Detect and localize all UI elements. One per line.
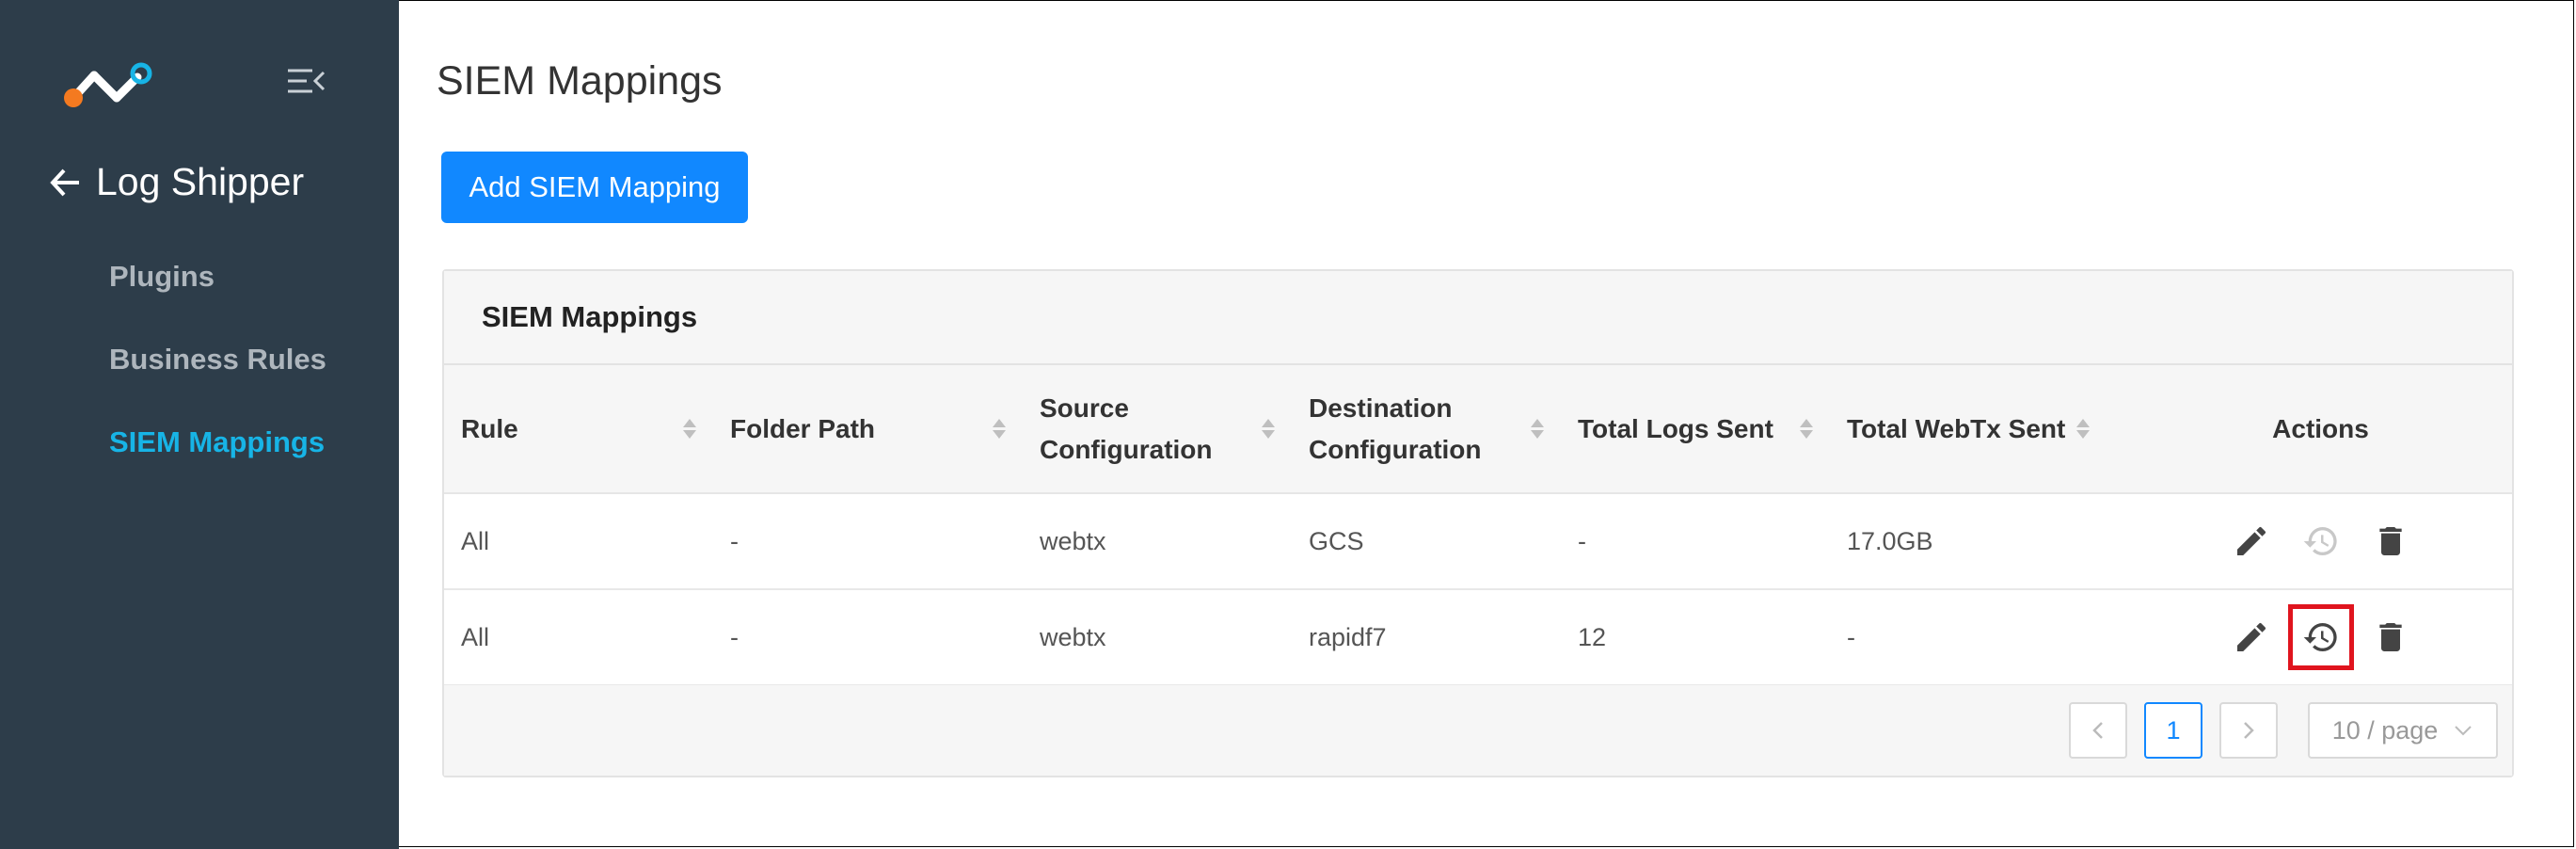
back-to-log-shipper[interactable]: Log Shipper (49, 160, 304, 204)
siem-mappings-card: SIEM Mappings Rule Folder Path Source Con… (442, 269, 2514, 777)
back-arrow-icon (50, 168, 79, 196)
sort-icon[interactable] (683, 419, 696, 439)
delete-icon[interactable] (2370, 617, 2411, 658)
history-icon[interactable] (2300, 521, 2342, 562)
cell-total-webtx-sent: - (1847, 622, 1855, 651)
cell-source-configuration: webtx (1040, 526, 1106, 555)
sort-icon[interactable] (1531, 419, 1544, 439)
add-siem-mapping-button[interactable]: Add SIEM Mapping (441, 152, 748, 223)
sidebar: Log Shipper Plugins Business Rules SIEM … (0, 0, 399, 849)
prev-page-button[interactable] (2069, 702, 2127, 759)
cell-source-configuration: webtx (1040, 622, 1106, 651)
history-icon[interactable] (2287, 604, 2354, 670)
cell-total-logs-sent: - (1578, 526, 1586, 555)
page-size-select[interactable]: 10 / page (2308, 702, 2498, 759)
sort-icon[interactable] (1800, 419, 1813, 439)
cell-destination-configuration: rapidf7 (1309, 622, 1387, 651)
collapse-menu-icon[interactable] (286, 66, 326, 96)
column-header-total-logs-sent[interactable]: Total Logs Sent (1561, 365, 1830, 493)
chevron-down-icon (2455, 726, 2473, 736)
table-header-row: Rule Folder Path Source Configuration Des… (444, 365, 2512, 493)
page-size-value: 10 / page (2331, 715, 2439, 745)
page-title: SIEM Mappings (437, 58, 723, 104)
table-row: All - webtx GCS - 17.0GB (444, 493, 2512, 589)
sort-icon[interactable] (993, 419, 1006, 439)
table-row: All - webtx rapidf7 12 - (444, 589, 2512, 685)
cell-total-logs-sent: 12 (1578, 622, 1607, 651)
column-header-actions: Actions (2272, 413, 2369, 443)
app-logo (64, 62, 152, 107)
chevron-left-icon (2092, 722, 2103, 739)
delete-icon[interactable] (2370, 521, 2411, 562)
cell-folder-path: - (730, 526, 739, 555)
sidebar-item-plugins[interactable]: Plugins (109, 260, 215, 294)
siem-mappings-table: Rule Folder Path Source Configuration Des… (444, 365, 2512, 686)
cell-total-webtx-sent: 17.0GB (1847, 526, 1933, 555)
pagination: 1 10 / page (444, 685, 2512, 776)
cell-folder-path: - (730, 622, 739, 651)
column-header-total-webtx-sent[interactable]: Total WebTx Sent (1830, 365, 2129, 493)
sidebar-item-business-rules[interactable]: Business Rules (109, 343, 326, 376)
page-button-current[interactable]: 1 (2144, 702, 2202, 759)
cell-rule: All (461, 622, 490, 651)
next-page-button[interactable] (2219, 702, 2278, 759)
column-header-folder-path[interactable]: Folder Path (713, 365, 1023, 493)
cell-actions (2129, 589, 2512, 685)
section-title: Log Shipper (96, 160, 305, 203)
cell-actions (2129, 493, 2512, 589)
edit-icon[interactable] (2231, 617, 2272, 658)
card-title: SIEM Mappings (444, 271, 2512, 365)
chevron-right-icon (2244, 722, 2254, 739)
sort-icon[interactable] (2076, 419, 2091, 439)
sort-icon[interactable] (1262, 419, 1275, 439)
column-header-source-configuration[interactable]: Source Configuration (1023, 365, 1292, 493)
column-header-rule[interactable]: Rule (444, 365, 713, 493)
cell-destination-configuration: GCS (1309, 526, 1364, 555)
cell-rule: All (461, 526, 490, 555)
sidebar-item-siem-mappings[interactable]: SIEM Mappings (109, 425, 325, 459)
edit-icon[interactable] (2231, 521, 2272, 562)
column-header-destination-configuration[interactable]: Destination Configuration (1292, 365, 1561, 493)
